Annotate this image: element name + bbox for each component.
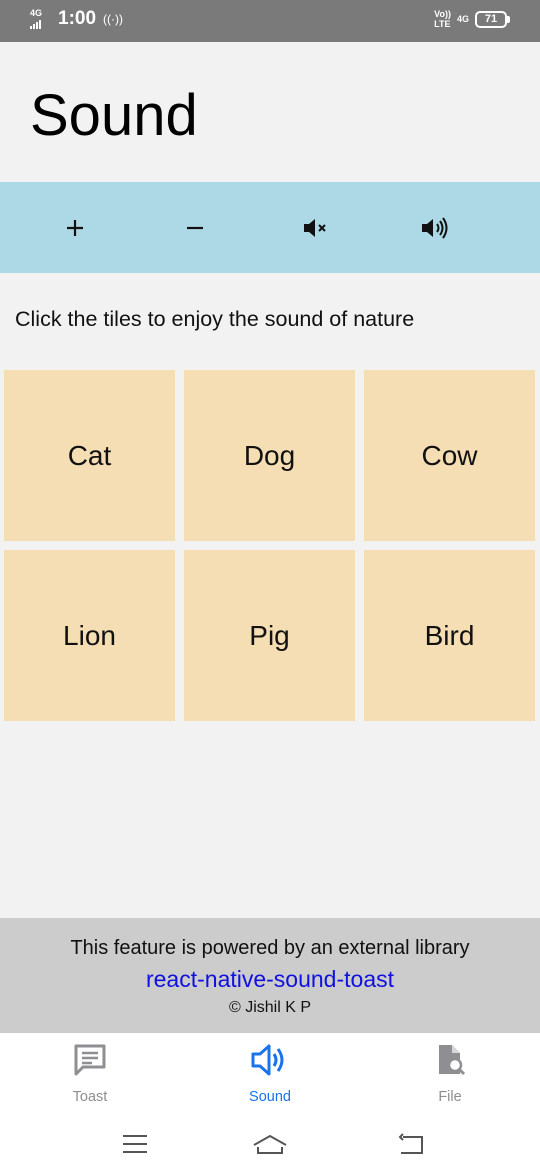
volume-increase-button[interactable] — [15, 182, 135, 273]
volume-up-icon — [422, 216, 448, 239]
sound-toolbar — [0, 182, 540, 273]
hotspot-icon: ((·)) — [103, 12, 124, 26]
system-nav-bar — [0, 1116, 540, 1170]
page-title: Sound — [30, 83, 198, 148]
tab-label: File — [438, 1089, 462, 1105]
menu-icon — [123, 1135, 147, 1153]
instruction-text: Click the tiles to enjoy the sound of na… — [15, 307, 415, 331]
volume-decrease-button[interactable] — [135, 182, 255, 273]
tab-label: Sound — [249, 1089, 291, 1105]
footer: This feature is powered by an external l… — [0, 918, 540, 1033]
tile-cow[interactable]: Cow — [364, 370, 535, 541]
status-left: 4G 1:00 ((·)) — [30, 8, 123, 30]
plus-icon — [67, 219, 83, 236]
back-button[interactable] — [381, 1124, 441, 1164]
status-bar: 4G 1:00 ((·)) Vo)) LTE 4G 71 — [0, 0, 540, 42]
home-icon — [253, 1134, 287, 1154]
footer-text: This feature is powered by an external l… — [70, 937, 470, 959]
network-type: 4G — [30, 8, 43, 18]
tile-bird[interactable]: Bird — [364, 550, 535, 721]
home-button[interactable] — [240, 1124, 300, 1164]
unmute-button[interactable] — [375, 182, 495, 273]
tab-label: Toast — [72, 1089, 108, 1105]
volte-indicator: Vo)) LTE — [434, 9, 451, 29]
tile-pig[interactable]: Pig — [184, 550, 355, 721]
tab-bar: Toast Sound File — [0, 1033, 540, 1116]
tile-cat[interactable]: Cat — [4, 370, 175, 541]
minus-icon — [187, 226, 203, 229]
battery-icon: 71 — [475, 10, 510, 28]
status-right: Vo)) LTE 4G 71 — [434, 9, 510, 29]
clock: 1:00 — [58, 8, 97, 29]
file-search-icon — [439, 1045, 466, 1076]
tab-sound[interactable]: Sound — [180, 1033, 360, 1116]
tab-toast[interactable]: Toast — [0, 1033, 180, 1116]
signal-icon: 4G — [30, 9, 50, 29]
tab-file[interactable]: File — [360, 1033, 540, 1116]
mute-button[interactable] — [255, 182, 375, 273]
copyright-text: © Jishil K P — [228, 999, 312, 1016]
network-indicator: 4G — [456, 14, 469, 24]
menu-button[interactable] — [105, 1124, 165, 1164]
tile-dog[interactable]: Dog — [184, 370, 355, 541]
back-icon — [398, 1133, 423, 1154]
speaker-icon — [251, 1044, 284, 1076]
message-icon — [74, 1044, 106, 1076]
tile-lion[interactable]: Lion — [4, 550, 175, 721]
library-link[interactable]: react-native-sound-toast — [0, 966, 540, 993]
battery-level: 71 — [475, 10, 507, 28]
volume-mute-icon — [304, 218, 326, 237]
